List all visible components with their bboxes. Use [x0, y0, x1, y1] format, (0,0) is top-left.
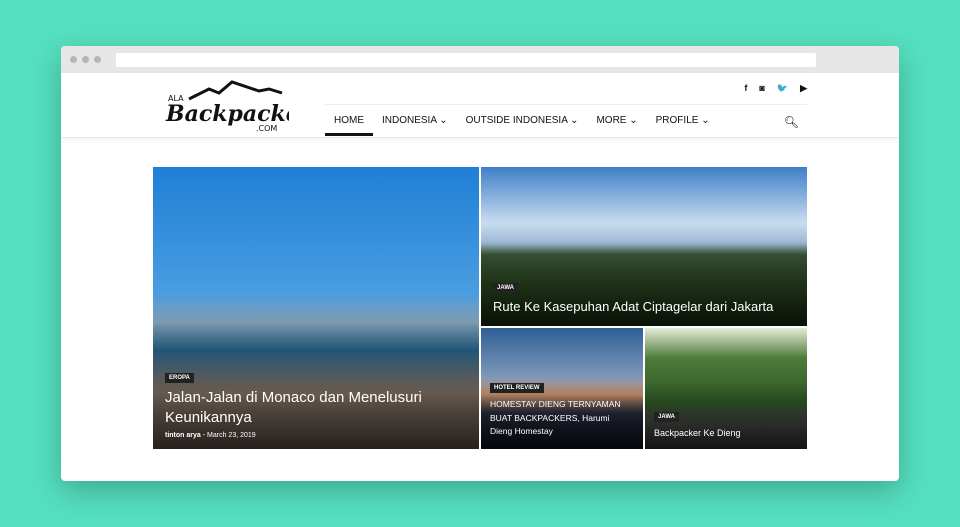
site-logo[interactable]: ALA Backpacker .COM: [164, 79, 289, 133]
post-author[interactable]: tinton arya: [165, 432, 201, 439]
youtube-icon[interactable]: ▶: [800, 83, 807, 94]
minimize-dot[interactable]: [82, 56, 89, 63]
social-links: f ◙ 🐦 ▶: [744, 83, 807, 94]
nav-home[interactable]: HOME: [325, 109, 373, 136]
post-tile-dieng[interactable]: JAWA Backpacker Ke Dieng: [645, 328, 807, 449]
nav-indonesia[interactable]: INDONESIA ⌄: [373, 109, 457, 136]
post-title[interactable]: Rute Ke Kasepuhan Adat Ciptagelar dari J…: [493, 298, 797, 316]
search-icon[interactable]: 🔍︎: [784, 115, 799, 129]
post-tile-homestay[interactable]: HOTEL REVIEW HOMESTAY DIENG TERNYAMAN BU…: [481, 328, 643, 449]
maximize-dot[interactable]: [94, 56, 101, 63]
post-title[interactable]: Jalan-Jalan di Monaco dan Menelusuri Keu…: [165, 388, 469, 429]
main-nav: HOME INDONESIA ⌄ OUTSIDE INDONESIA ⌄ MOR…: [325, 109, 719, 136]
twitter-icon[interactable]: 🐦: [777, 83, 788, 94]
post-tile-ciptagelar[interactable]: JAWA Rute Ke Kasepuhan Adat Ciptagelar d…: [481, 167, 807, 326]
post-date: March 23, 2019: [207, 432, 256, 439]
instagram-icon[interactable]: ◙: [759, 83, 764, 94]
divider: [325, 104, 807, 105]
svg-text:.COM: .COM: [256, 124, 277, 133]
browser-window: ALA Backpacker .COM f ◙ 🐦 ▶ HOME INDONES…: [61, 46, 899, 481]
close-dot[interactable]: [70, 56, 77, 63]
category-badge[interactable]: JAWA: [493, 283, 519, 294]
address-bar[interactable]: [116, 53, 816, 67]
nav-more[interactable]: MORE ⌄: [587, 109, 646, 136]
post-title[interactable]: HOMESTAY DIENG TERNYAMAN BUAT BACKPACKER…: [490, 398, 633, 439]
category-badge[interactable]: HOTEL REVIEW: [490, 383, 544, 394]
nav-outside-indonesia[interactable]: OUTSIDE INDONESIA ⌄: [457, 109, 588, 136]
facebook-icon[interactable]: f: [744, 83, 747, 94]
category-badge[interactable]: JAWA: [654, 411, 680, 422]
category-badge[interactable]: EROPA: [165, 372, 194, 383]
post-title[interactable]: Backpacker Ke Dieng: [654, 427, 797, 439]
post-tile-monaco[interactable]: EROPA Jalan-Jalan di Monaco dan Menelusu…: [153, 167, 479, 449]
site-header: ALA Backpacker .COM f ◙ 🐦 ▶ HOME INDONES…: [61, 73, 899, 138]
browser-chrome: [61, 46, 899, 73]
nav-profile[interactable]: PROFILE ⌄: [647, 109, 719, 136]
